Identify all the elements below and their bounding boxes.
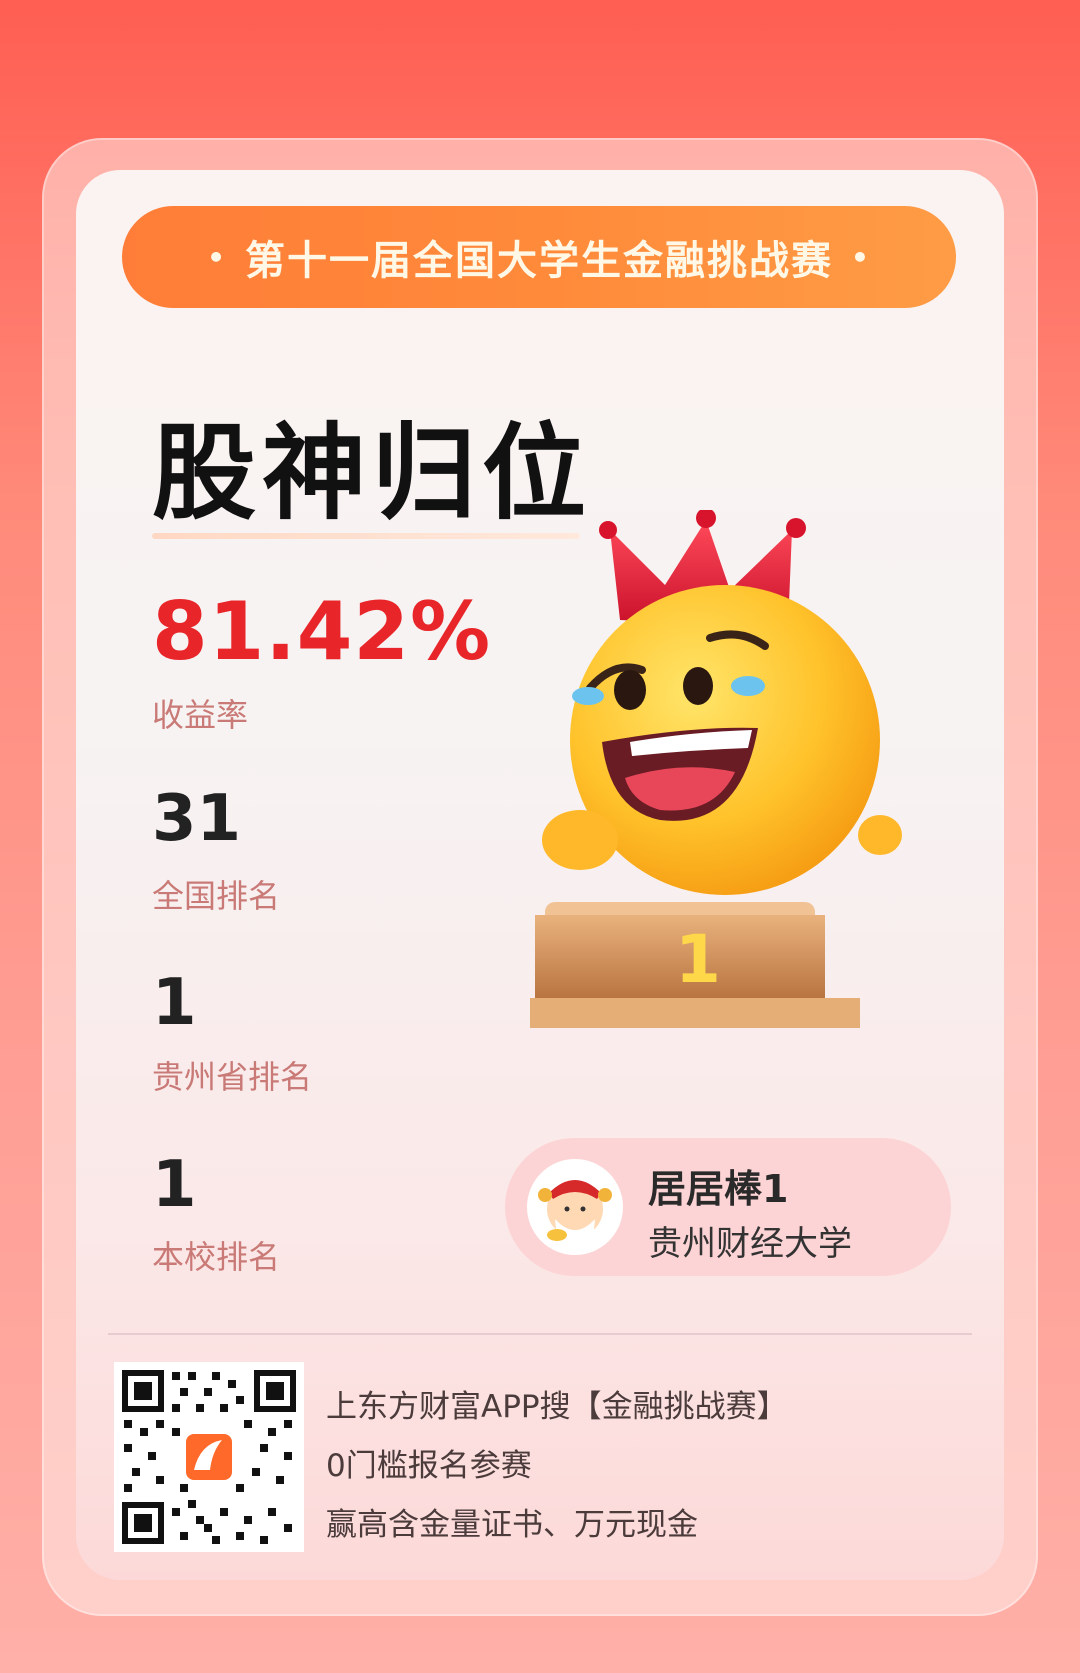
qr-code-icon bbox=[114, 1362, 304, 1552]
promo-line-1: 上东方财富APP搜【金融挑战赛】 bbox=[326, 1389, 788, 1425]
banner-dot-right: • bbox=[851, 240, 871, 274]
mascot-crowned-smiley-icon: 1 bbox=[530, 510, 902, 1028]
god-of-wealth-avatar-icon bbox=[538, 1180, 612, 1244]
promo-line-3: 赢高含金量证书、万元现金 bbox=[326, 1507, 698, 1543]
promo-line-2: 0门槛报名参赛 bbox=[326, 1448, 532, 1484]
profit-rate-value: 81.42% bbox=[152, 585, 492, 678]
banner-title: 第十一届全国大学生金融挑战赛 bbox=[245, 238, 833, 284]
banner-dot-left: • bbox=[207, 240, 227, 274]
national-rank-value: 31 bbox=[152, 782, 242, 856]
competition-banner: • 第十一届全国大学生金融挑战赛 • bbox=[122, 206, 956, 308]
profit-rate-label: 收益率 bbox=[152, 696, 249, 734]
national-rank-label: 全国排名 bbox=[152, 877, 281, 915]
school-rank-label: 本校排名 bbox=[152, 1238, 281, 1276]
province-rank-label: 贵州省排名 bbox=[152, 1058, 313, 1096]
user-school: 贵州财经大学 bbox=[648, 1224, 852, 1264]
qr-code[interactable] bbox=[114, 1362, 304, 1552]
school-rank-value: 1 bbox=[152, 1148, 197, 1222]
headline: 股神归位 bbox=[152, 412, 593, 534]
headline-underline bbox=[152, 533, 580, 539]
avatar bbox=[527, 1159, 623, 1255]
province-rank-value: 1 bbox=[152, 966, 197, 1040]
divider bbox=[108, 1333, 972, 1335]
podium-number: 1 bbox=[675, 921, 721, 998]
user-name: 居居棒1 bbox=[648, 1167, 789, 1211]
